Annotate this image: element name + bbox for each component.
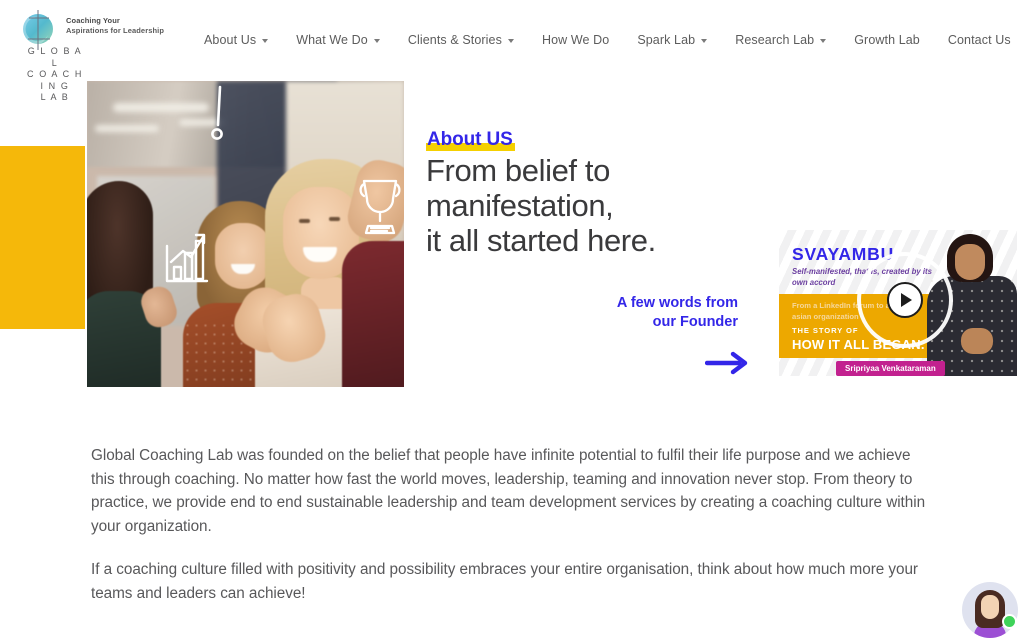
decorative-yellow-block [0,146,85,329]
logo-wordmark: G L O B A L C O A C H I N G L A B [24,46,86,104]
nav-item-label: Spark Lab [637,32,696,47]
hero-heading-line1: From belief to [426,153,610,188]
nav-item-label: What We Do [296,32,368,47]
nav-item-research-lab[interactable]: Research Lab [721,33,840,47]
logo-tagline-line1: Coaching Your [66,16,120,25]
nav-item-label: Clients & Stories [407,32,502,47]
play-button-icon[interactable] [887,282,923,318]
nav-item-growth-lab[interactable]: Growth Lab [840,33,934,47]
site-header: Coaching Your Aspirations for Leadership… [0,0,1024,102]
hero-eyebrow-label: About US [427,129,513,150]
arrow-right-icon[interactable] [704,350,749,376]
about-body-copy: Global Coaching Lab was founded on the b… [91,444,936,605]
about-paragraph-1: Global Coaching Lab was founded on the b… [91,447,926,535]
founder-callout-line2: our Founder [652,314,738,330]
nav-item-label: Contact Us [947,32,1011,47]
chevron-down-icon [701,38,708,43]
logo-tagline: Coaching Your Aspirations for Leadership [66,16,164,35]
online-status-indicator [1002,614,1017,629]
nav-item-about-us[interactable]: About Us [190,33,282,47]
nav-item-spark-lab[interactable]: Spark Lab [623,33,721,47]
founder-callout: A few words from our Founder [560,294,738,332]
play-triangle-icon [901,293,912,307]
nav-item-label: Growth Lab [854,32,920,47]
chevron-down-icon [373,38,380,43]
founder-callout-line1: A few words from [616,295,738,311]
site-logo[interactable]: Coaching Your Aspirations for Leadership… [16,4,164,102]
nav-item-clients-stories[interactable]: Clients & Stories [394,33,528,47]
about-paragraph-2: If a coaching culture filled with positi… [91,561,918,602]
nav-item-label: Research Lab [735,32,815,47]
nav-item-how-we-do[interactable]: How We Do [528,33,623,47]
hero-eyebrow: About US [426,129,515,151]
logo-word-global: G L O B A L [27,46,83,68]
support-agent-avatar-icon[interactable] [962,582,1018,638]
nav-item-what-we-do[interactable]: What We Do [282,33,394,47]
founder-video-card[interactable]: SVAYAMBU Self-manifested, that is, creat… [779,230,1017,376]
logo-word-lab: L A B [40,92,70,102]
nav-item-label: How We Do [541,32,610,47]
logo-word-coaching: C O A C H I N G [27,69,83,91]
video-card-kicker: THE STORY OF [792,326,859,335]
nav-item-label: About Us [204,32,257,47]
chevron-down-icon [507,38,514,43]
hero-heading-line2: manifestation, [426,188,614,223]
primary-navigation: About Us What We Do Clients & Stories Ho… [190,0,1024,79]
nav-item-contact-us[interactable]: Contact Us [934,33,1024,47]
video-card-speaker-badge: Sripriyaa Venkataraman [836,361,945,376]
page-title: From belief to manifestation, it all sta… [426,153,786,258]
hero-photo-background [87,81,404,387]
hero-photo [87,81,404,387]
logo-tagline-line2: Aspirations for Leadership [66,25,165,35]
chevron-down-icon [820,38,827,43]
hero-heading-line3: it all started here. [426,223,656,258]
chevron-down-icon [262,38,269,43]
